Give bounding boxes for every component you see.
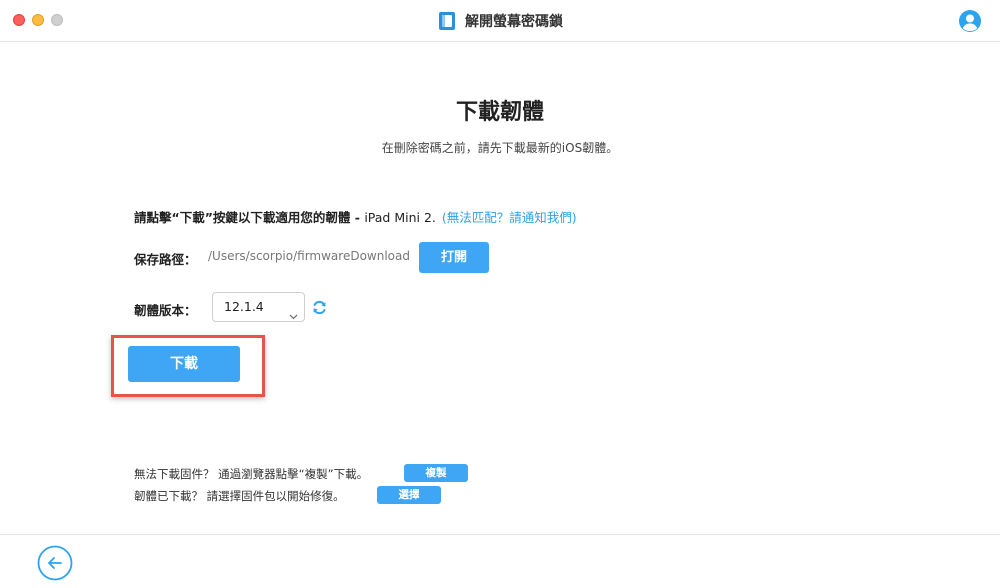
window-title-group: 解開螢幕密碼鎖: [0, 0, 1000, 42]
user-icon[interactable]: [958, 9, 982, 33]
copy-button[interactable]: 複製: [404, 464, 468, 482]
page-subtitle: 在刪除密碼之前，請先下載最新的iOS韌體。: [381, 141, 619, 155]
mismatch-report-link[interactable]: (無法匹配？請通知我們): [442, 210, 577, 225]
download-button[interactable]: 下載: [128, 346, 240, 382]
book-icon: [437, 11, 457, 31]
window-title: 解開螢幕密碼鎖: [465, 14, 563, 30]
firmware-version-select[interactable]: 12.1.4: [212, 292, 305, 322]
footer-divider: [0, 534, 1000, 535]
copy-help-text: 無法下載固件？ 通過瀏覽器點擊“複製”下載。: [134, 467, 369, 481]
save-path-label: 保存路徑：: [134, 252, 197, 267]
open-folder-button[interactable]: 打開: [419, 242, 489, 273]
instruction-text: 請點擊“下載”按鍵以下載適用您的韌體 -: [134, 210, 365, 225]
save-path-value: /Users/scorpio/firmwareDownload: [208, 249, 410, 263]
firmware-version-value: 12.1.4: [224, 299, 264, 314]
page-title: 下載韌體: [455, 100, 544, 125]
firmware-version-label: 韌體版本：: [134, 303, 197, 318]
title-bar: 解開螢幕密碼鎖: [0, 0, 1000, 42]
select-help-text: 韌體已下載？ 請選擇固件包以開始修復。: [134, 489, 345, 503]
download-instruction: 請點擊“下載”按鍵以下載適用您的韌體 - iPad Mini 2. (無法匹配？請…: [134, 207, 577, 226]
select-button[interactable]: 選擇: [377, 486, 441, 504]
refresh-icon[interactable]: [311, 299, 328, 316]
device-model: iPad Mini 2.: [364, 210, 436, 225]
app-window: 解開螢幕密碼鎖 下載韌體 在刪除密碼之前，請先下載最新的iOS韌體。 請點擊“下…: [0, 0, 1000, 588]
arrow-left-icon[interactable]: [37, 545, 73, 581]
chevron-down-icon: [289, 303, 298, 320]
